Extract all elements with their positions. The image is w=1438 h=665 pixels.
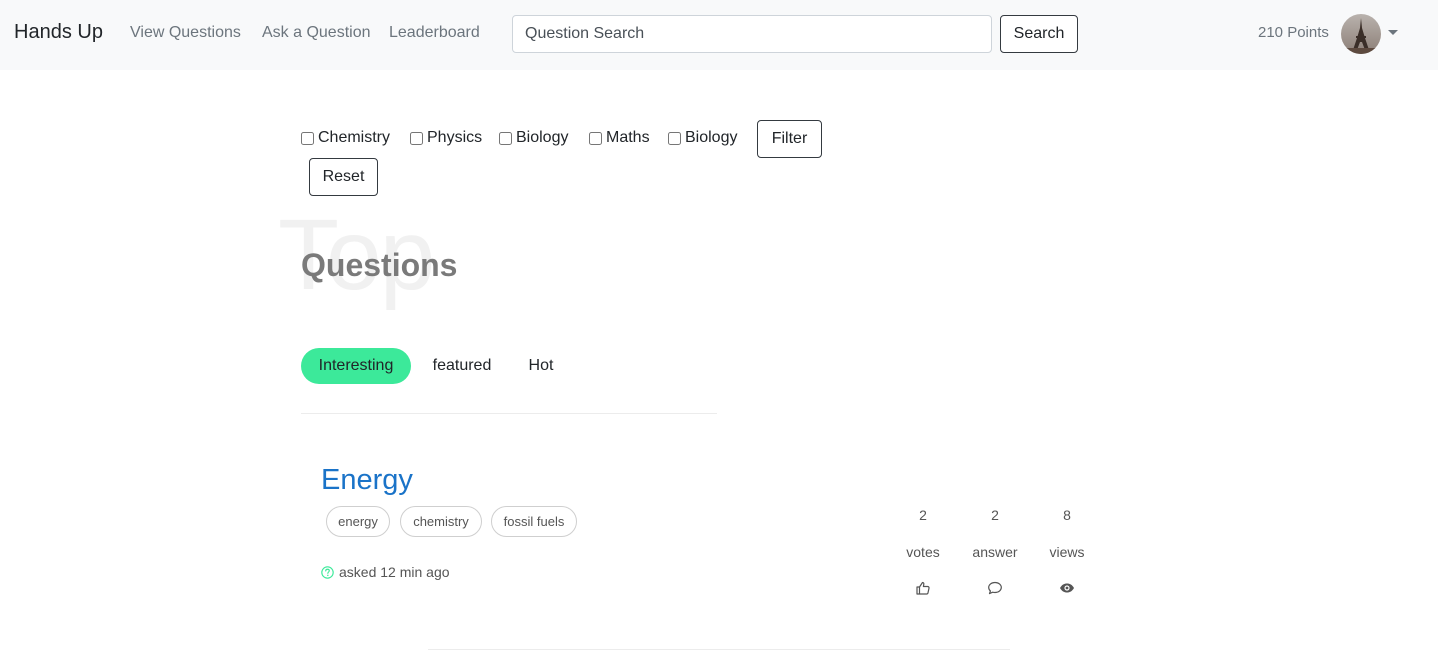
search-button[interactable]: Search [1000, 15, 1078, 53]
top-navbar: Hands Up View Questions Ask a Question L… [0, 0, 1438, 70]
votes-count: 2 [919, 507, 927, 523]
tab-interesting[interactable]: Interesting [301, 348, 411, 384]
asked-time-text: asked 12 min ago [339, 564, 450, 580]
answers-label: answer [972, 544, 1018, 560]
question-circle-icon [321, 565, 334, 579]
reset-button[interactable]: Reset [309, 158, 378, 196]
thumbs-up-icon[interactable] [915, 580, 931, 596]
chat-bubble-icon[interactable] [987, 580, 1003, 596]
chevron-down-icon[interactable] [1388, 30, 1398, 35]
nav-leaderboard[interactable]: Leaderboard [389, 24, 480, 42]
eiffel-tower-avatar-image [1341, 14, 1381, 54]
filter-biology[interactable]: Biology [499, 129, 568, 147]
filter-physics-checkbox[interactable] [410, 131, 423, 145]
page-title: Questions [301, 247, 458, 283]
filter-chemistry[interactable]: Chemistry [301, 129, 390, 147]
nav-ask-question[interactable]: Ask a Question [262, 24, 371, 42]
question-search-input[interactable] [512, 15, 992, 53]
filter-maths-checkbox[interactable] [589, 131, 602, 145]
views-count: 8 [1063, 507, 1071, 523]
tabs-divider [301, 413, 717, 414]
filter-physics[interactable]: Physics [410, 129, 482, 147]
filter-biology-checkbox[interactable] [499, 131, 512, 145]
filter-button[interactable]: Filter [757, 120, 822, 158]
tab-hot[interactable]: Hot [514, 348, 568, 384]
answers-count: 2 [991, 507, 999, 523]
eye-icon[interactable] [1059, 580, 1075, 596]
question-title-link[interactable]: Energy [321, 464, 413, 497]
user-points: 210 Points [1258, 24, 1329, 41]
tab-featured[interactable]: featured [420, 348, 504, 384]
brand-link[interactable]: Hands Up [14, 21, 103, 44]
filter-chemistry-label: Chemistry [318, 129, 391, 146]
views-label: views [1049, 544, 1085, 560]
filter-maths-label: Maths [606, 129, 650, 146]
filter-biology-2-label: Biology [685, 129, 738, 146]
asked-time: asked 12 min ago [321, 564, 450, 580]
filter-biology-2-checkbox[interactable] [668, 131, 681, 145]
question-divider [428, 649, 1010, 650]
filter-chemistry-checkbox[interactable] [301, 131, 314, 145]
filter-physics-label: Physics [427, 129, 483, 146]
tag-energy[interactable]: energy [326, 506, 390, 537]
avatar[interactable] [1341, 14, 1381, 54]
filter-biology-label: Biology [516, 129, 569, 146]
filter-biology-2[interactable]: Biology [668, 129, 737, 147]
votes-label: votes [906, 544, 940, 560]
filter-maths[interactable]: Maths [589, 129, 650, 147]
tag-chemistry[interactable]: chemistry [400, 506, 482, 537]
tag-fossil-fuels[interactable]: fossil fuels [491, 506, 577, 537]
nav-view-questions[interactable]: View Questions [130, 24, 241, 42]
